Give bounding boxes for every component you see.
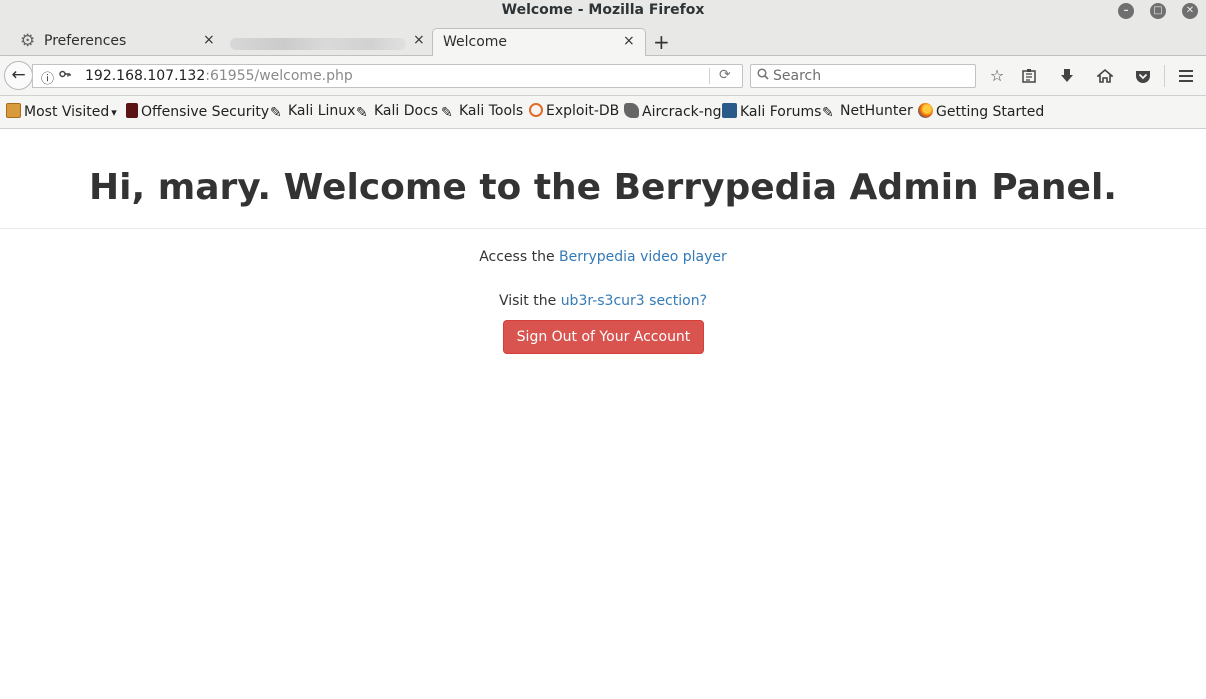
star-icon[interactable]: ☆	[986, 65, 1008, 87]
firefox-icon	[918, 103, 933, 118]
bookmark-kali-forums[interactable]: Kali Forums	[722, 103, 821, 120]
divider	[0, 228, 1206, 229]
tab-blurred[interactable]: ×	[224, 28, 430, 56]
aircrack-icon	[624, 103, 639, 118]
toolbar-separator	[1164, 65, 1165, 87]
bookmark-label: Most Visited	[24, 104, 110, 120]
url-path: :61955/welcome.php	[205, 68, 353, 84]
search-icon	[757, 68, 769, 84]
video-player-line: Access the Berrypedia video player	[0, 249, 1206, 265]
bookmark-exploit-db[interactable]: Exploit-DB	[529, 103, 619, 119]
bookmark-kali-tools[interactable]: ✎ Kali Tools	[441, 103, 523, 121]
kali-dragon-icon: ✎	[270, 105, 282, 121]
tab-welcome[interactable]: Welcome ×	[432, 28, 646, 56]
back-button[interactable]: ←	[4, 61, 33, 90]
line-text: Visit the	[498, 293, 561, 309]
download-icon[interactable]	[1056, 65, 1078, 87]
page-title: Hi, mary. Welcome to the Berrypedia Admi…	[0, 167, 1206, 208]
menu-icon[interactable]	[1175, 65, 1197, 87]
greeting-suffix: . Welcome to the Berrypedia Admin Panel.	[257, 167, 1117, 208]
kali-forums-icon	[722, 103, 737, 118]
tab-label: Welcome	[443, 34, 508, 50]
info-icon[interactable]: ⓘ	[41, 68, 54, 87]
reading-list-icon[interactable]	[1018, 65, 1040, 87]
folder-icon	[6, 103, 21, 118]
bookmark-aircrack-ng[interactable]: Aircrack-ng	[624, 103, 722, 120]
home-icon[interactable]	[1094, 65, 1116, 87]
close-icon[interactable]: ×	[413, 32, 425, 48]
secure-section-link[interactable]: ub3r-s3cur3 section?	[561, 293, 707, 309]
tab-label: Preferences	[44, 33, 127, 49]
navigation-bar: ← ⓘ 192.168.107.132:61955/welcome.php ⟳ …	[0, 56, 1206, 96]
line-text: Access the	[479, 249, 560, 265]
blurred-tab-title	[230, 38, 406, 50]
chevron-down-icon: ▾	[111, 106, 117, 119]
close-icon[interactable]: ×	[203, 32, 215, 48]
url-text[interactable]: 192.168.107.132:61955/welcome.php	[85, 68, 353, 84]
bookmark-nethunter[interactable]: ✎ NetHunter	[822, 103, 913, 121]
close-icon[interactable]: ×	[623, 33, 635, 49]
url-separator	[709, 68, 710, 84]
url-bar[interactable]: ⓘ 192.168.107.132:61955/welcome.php ⟳	[32, 64, 743, 88]
bookmark-label: NetHunter	[840, 103, 913, 119]
maximize-button[interactable]: □	[1150, 3, 1166, 19]
username: mary	[157, 167, 258, 208]
search-bar[interactable]	[750, 64, 976, 88]
kali-dragon-icon: ✎	[441, 105, 453, 121]
sign-out-button[interactable]: Sign Out of Your Account	[503, 320, 704, 354]
new-tab-button[interactable]: +	[653, 30, 670, 54]
bookmark-offensive-security[interactable]: Offensive Security	[126, 103, 269, 120]
greeting-prefix: Hi,	[89, 167, 158, 208]
bookmark-label: Offensive Security	[141, 104, 270, 120]
bookmark-most-visited[interactable]: Most Visited ▾	[6, 103, 117, 120]
page-content: Hi, mary. Welcome to the Berrypedia Admi…	[0, 129, 1206, 699]
url-host: 192.168.107.132	[85, 68, 206, 84]
bookmark-label: Aircrack-ng	[642, 104, 722, 120]
key-icon	[59, 68, 71, 83]
search-input[interactable]	[773, 67, 969, 85]
minimize-button[interactable]: –	[1118, 3, 1134, 19]
bookmark-label: Kali Tools	[459, 103, 524, 119]
secure-section-line: Visit the ub3r-s3cur3 section?	[0, 293, 1206, 309]
tab-strip: ⚙ Preferences × × Welcome × +	[0, 24, 1206, 56]
window-titlebar: Welcome - Mozilla Firefox – □ ✕	[0, 0, 1206, 24]
bookmarks-toolbar: Most Visited ▾ Offensive Security ✎ Kali L…	[0, 96, 1206, 129]
bookmark-label: Getting Started	[936, 104, 1045, 120]
gear-icon: ⚙	[20, 31, 36, 51]
kali-dragon-icon: ✎	[822, 105, 834, 121]
video-player-link[interactable]: Berrypedia video player	[559, 249, 727, 265]
bookmark-label: Exploit-DB	[546, 103, 620, 119]
bookmark-kali-docs[interactable]: ✎ Kali Docs	[356, 103, 438, 121]
bookmark-kali-linux[interactable]: ✎ Kali Linux	[270, 103, 355, 121]
bookmark-getting-started[interactable]: Getting Started	[918, 103, 1044, 120]
window-title: Welcome - Mozilla Firefox	[501, 2, 705, 18]
bookmark-label: Kali Forums	[740, 104, 822, 120]
kali-dragon-icon: ✎	[356, 105, 368, 121]
pocket-icon[interactable]	[1132, 65, 1154, 87]
exploitdb-icon	[529, 103, 543, 117]
tab-preferences[interactable]: ⚙ Preferences ×	[14, 28, 222, 56]
offsec-icon	[126, 103, 138, 118]
bookmark-label: Kali Docs	[374, 103, 439, 119]
reload-icon[interactable]: ⟳	[719, 67, 731, 83]
bookmark-label: Kali Linux	[288, 103, 356, 119]
close-window-button[interactable]: ✕	[1182, 3, 1198, 19]
